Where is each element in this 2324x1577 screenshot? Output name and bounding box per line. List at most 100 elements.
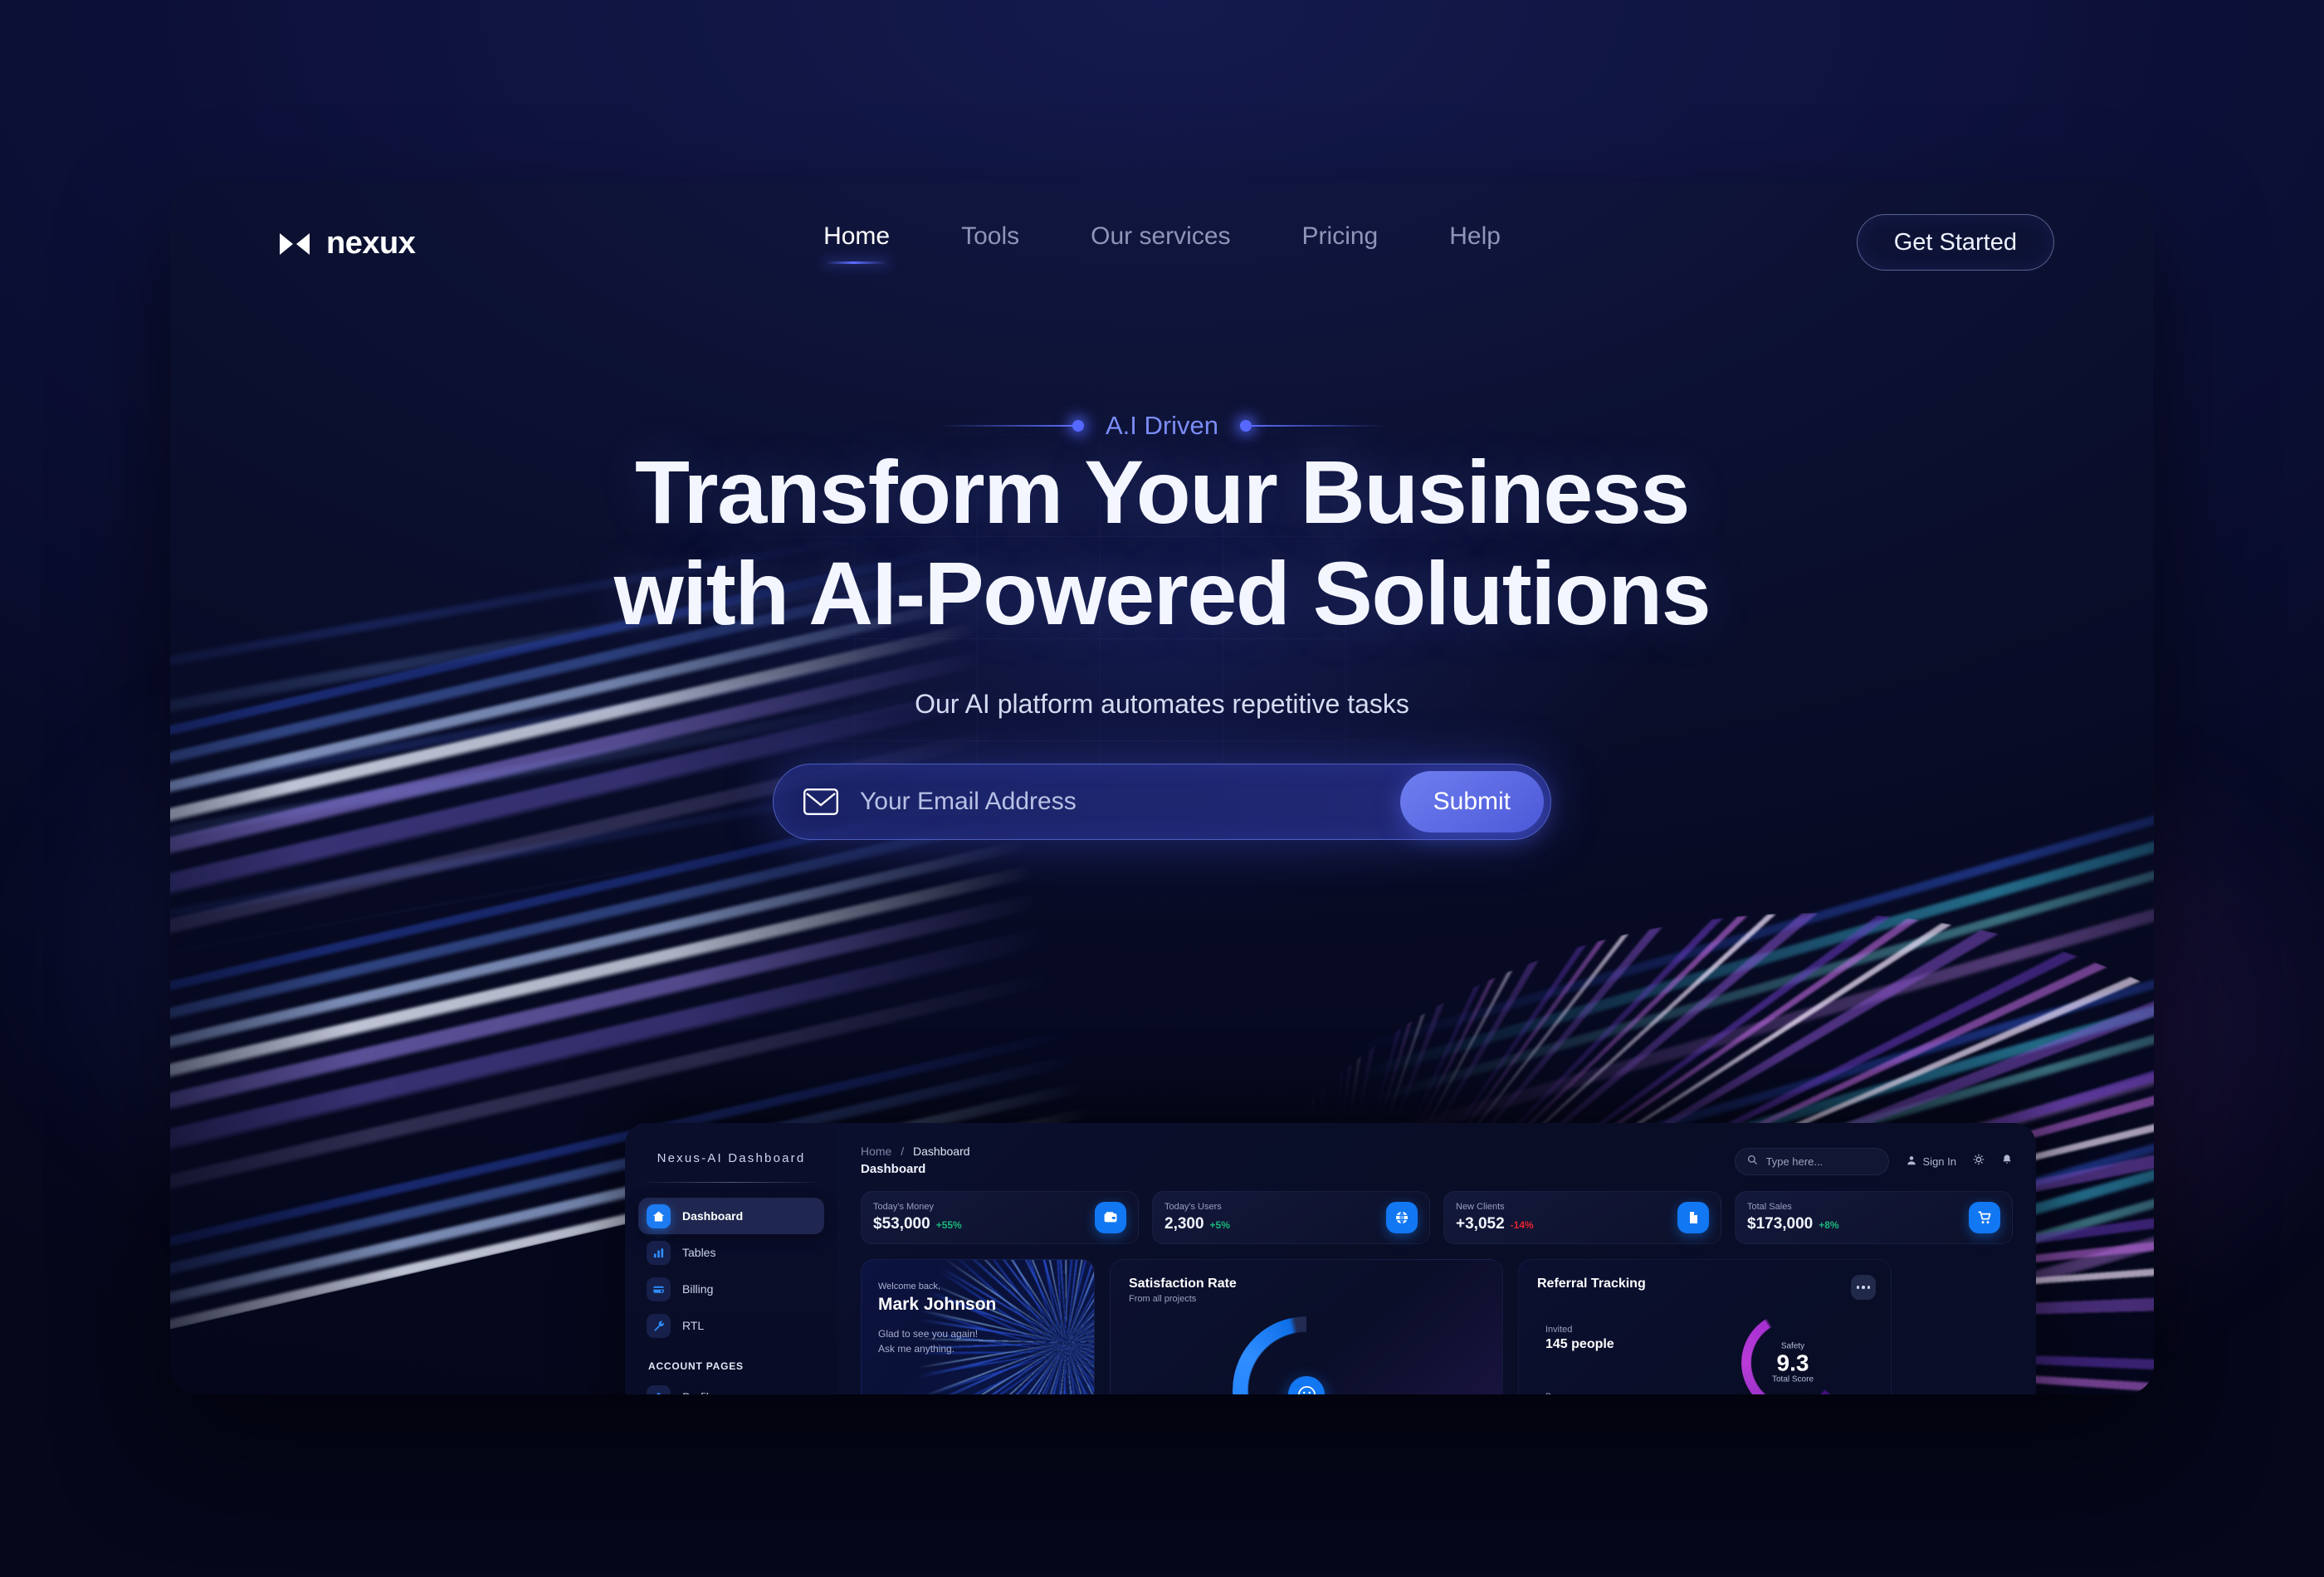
hero-subheadline: Our AI platform automates repetitive tas…: [915, 689, 1409, 719]
score-ring-text: Safety 9.3 Total Score: [1772, 1341, 1814, 1384]
nav-links: Home Tools Our services Pricing Help: [823, 222, 1501, 264]
referral-invited-label: Invited: [1545, 1325, 1573, 1335]
sidebar-item-dashboard[interactable]: Dashboard: [638, 1198, 824, 1234]
sign-in-link[interactable]: Sign In: [1906, 1155, 1956, 1169]
search-box[interactable]: [1734, 1148, 1889, 1175]
referral-score-ring: Safety 9.3 Total Score: [1741, 1311, 1844, 1394]
stat-value: $53,000: [873, 1215, 930, 1233]
breadcrumb-root[interactable]: Home: [861, 1145, 891, 1158]
stat-label: Today's Money: [873, 1202, 935, 1212]
hero-panel: nexux Home Tools Our services Pricing He…: [170, 183, 2154, 1394]
welcome-line-1: Glad to see you again!: [878, 1328, 979, 1340]
sidebar-items: Dashboard Tables Billing RTL ACCOUNT PAG…: [625, 1198, 837, 1394]
stat-delta: +8%: [1819, 1219, 1839, 1231]
dashboard-sidebar: Nexus-AI Dashboard Dashboard Tables Bill…: [625, 1123, 837, 1394]
referral-bonus-label: Bonus: [1545, 1392, 1614, 1394]
wallet-icon: [1095, 1202, 1126, 1233]
top-navbar: nexux Home Tools Our services Pricing He…: [170, 183, 2154, 315]
stat-value-row: 2,300 +5%: [1164, 1215, 1230, 1233]
x-logo-icon: [278, 227, 311, 261]
welcome-greeting: Welcome back,: [878, 1282, 940, 1291]
referral-tracking-card: Referral Tracking Invited 145 people Bon…: [1518, 1259, 1892, 1394]
person-icon: [647, 1384, 671, 1394]
email-input[interactable]: [860, 788, 1400, 816]
welcome-card: Welcome back, Mark Johnson Glad to see y…: [861, 1259, 1095, 1394]
satisfaction-title: Satisfaction Rate: [1129, 1277, 1237, 1291]
referral-invited-block: Invited 145 people: [1545, 1325, 1614, 1352]
stat-label: Today's Users: [1164, 1202, 1222, 1212]
globe-icon: [1386, 1202, 1418, 1233]
stat-card-todays-users[interactable]: Today's Users 2,300 +5%: [1152, 1191, 1430, 1244]
stat-card-row: Today's Money $53,000 +55% Today's Users: [861, 1191, 2013, 1244]
envelope-icon: [803, 788, 838, 816]
get-started-button[interactable]: Get Started: [1856, 214, 2054, 271]
stat-value-row: $173,000 +8%: [1747, 1215, 1839, 1233]
nav-item-help[interactable]: Help: [1449, 222, 1501, 261]
eyebrow-dot-left-icon: [1072, 420, 1084, 432]
stat-text: New Clients +3,052 -14%: [1456, 1202, 1534, 1233]
stat-text: Total Sales $173,000 +8%: [1747, 1202, 1839, 1233]
score-ring-sub: Total Score: [1771, 1374, 1814, 1384]
welcome-user-name: Mark Johnson: [878, 1295, 997, 1314]
person-icon: [1906, 1155, 1917, 1169]
stat-value-row: +3,052 -14%: [1456, 1215, 1534, 1233]
dot: [1856, 1286, 1860, 1289]
referral-invited-value: 145 people: [1545, 1337, 1614, 1351]
referral-stats: Invited 145 people Bonus 1,465: [1545, 1325, 1614, 1394]
stat-delta: -14%: [1510, 1219, 1534, 1231]
dashboard-sidebar-title: Nexus-AI Dashboard: [657, 1151, 806, 1165]
brand-name: nexux: [326, 226, 416, 261]
brand-logo[interactable]: nexux: [278, 226, 416, 261]
eyebrow-line-left: [939, 425, 1072, 427]
hero-headline: Transform Your Business with AI-Powered …: [332, 442, 1992, 644]
wrench-icon: [647, 1313, 671, 1338]
sidebar-item-profile[interactable]: Profile: [638, 1379, 824, 1394]
eyebrow-line-right: [1252, 425, 1385, 427]
nav-item-home[interactable]: Home: [823, 222, 891, 264]
sidebar-section-label: ACCOUNT PAGES: [648, 1360, 744, 1372]
sign-in-label: Sign In: [1922, 1155, 1956, 1168]
dot: [1862, 1286, 1865, 1289]
submit-button[interactable]: Submit: [1399, 771, 1544, 832]
cart-icon: [1969, 1202, 2000, 1233]
referral-bonus-block: Bonus 1,465: [1545, 1392, 1614, 1394]
page-title: Dashboard: [861, 1162, 926, 1176]
dashboard-panel-row: Welcome back, Mark Johnson Glad to see y…: [861, 1259, 2013, 1394]
headline-line-2: with AI-Powered Solutions: [613, 543, 1711, 644]
gear-icon[interactable]: [1973, 1154, 1985, 1169]
sidebar-item-label: Dashboard: [682, 1209, 744, 1223]
dashboard-preview: Nexus-AI Dashboard Dashboard Tables Bill…: [625, 1123, 2036, 1394]
stat-value-row: $53,000 +55%: [873, 1215, 962, 1233]
welcome-line-2: Ask me anything.: [878, 1343, 955, 1355]
stat-card-todays-money[interactable]: Today's Money $53,000 +55%: [861, 1191, 1139, 1244]
dashboard-topbar-actions: Sign In: [1734, 1148, 2013, 1175]
score-ring-value: 9.3: [1776, 1350, 1809, 1376]
breadcrumb-block: Home / Dashboard Dashboard: [861, 1145, 970, 1176]
sidebar-item-label: RTL: [682, 1319, 705, 1332]
sidebar-divider: [647, 1182, 816, 1183]
sidebar-item-label: Billing: [682, 1282, 714, 1296]
search-input[interactable]: [1765, 1155, 1877, 1168]
nav-item-our-services[interactable]: Our services: [1091, 222, 1230, 261]
dashboard-main: Home / Dashboard Dashboard Type here... …: [837, 1123, 2036, 1394]
nav-item-pricing[interactable]: Pricing: [1302, 222, 1379, 261]
stat-card-total-sales[interactable]: Total Sales $173,000 +8%: [1735, 1191, 2013, 1244]
satisfaction-header: Satisfaction Rate From all projects: [1129, 1277, 1237, 1304]
stat-value: +3,052: [1456, 1215, 1505, 1233]
dashboard-topbar: Home / Dashboard Dashboard Type here... …: [861, 1145, 2013, 1176]
satisfaction-gauge: 0% 100%: [1233, 1316, 1380, 1394]
ellipsis-icon[interactable]: [1851, 1275, 1876, 1300]
document-icon: [1677, 1202, 1709, 1233]
headline-line-1: Transform Your Business: [635, 442, 1690, 542]
welcome-text-block: Welcome back, Mark Johnson Glad to see y…: [878, 1282, 996, 1356]
referral-header: Referral Tracking: [1537, 1277, 1646, 1291]
nav-item-tools[interactable]: Tools: [961, 222, 1019, 261]
stat-value: 2,300: [1164, 1215, 1204, 1233]
satisfaction-rate-card: Satisfaction Rate From all projects: [1110, 1259, 1503, 1394]
sidebar-item-tables[interactable]: Tables: [638, 1234, 824, 1271]
referral-title: Referral Tracking: [1537, 1277, 1646, 1291]
sidebar-item-billing[interactable]: Billing: [638, 1271, 824, 1307]
bell-icon[interactable]: [2001, 1154, 2013, 1169]
stat-card-new-clients[interactable]: New Clients +3,052 -14%: [1443, 1191, 1721, 1244]
sidebar-item-rtl[interactable]: RTL: [638, 1307, 824, 1344]
